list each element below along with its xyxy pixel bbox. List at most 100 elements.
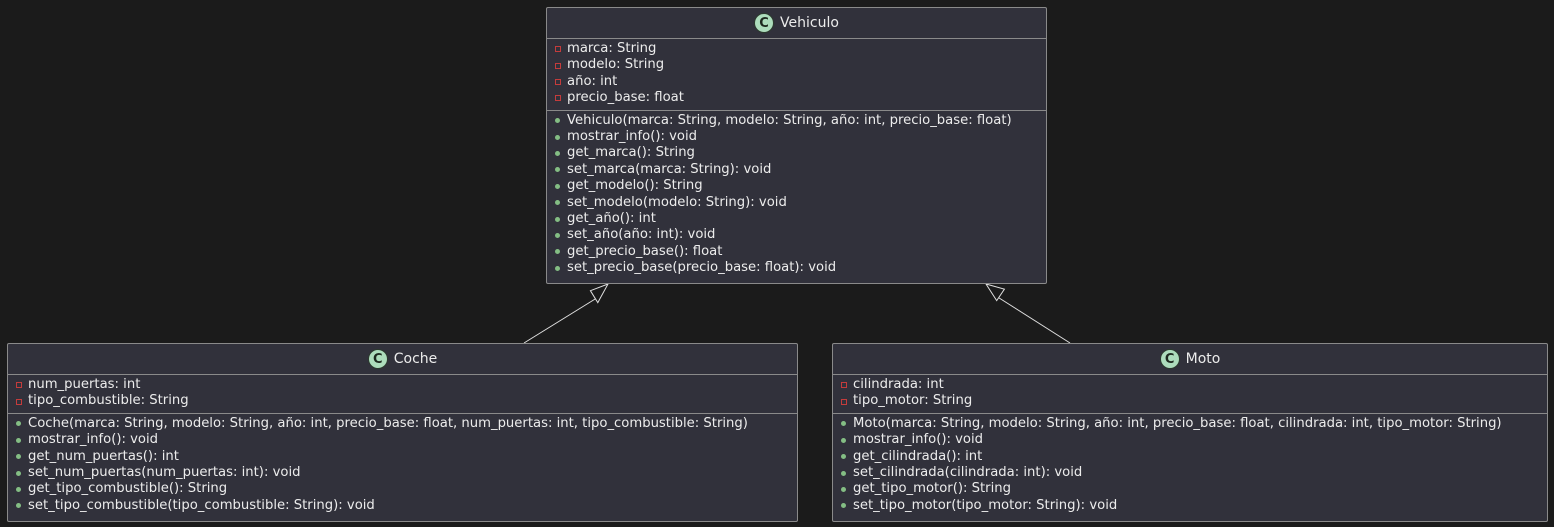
method-text: set_modelo(modelo: String): void [567, 194, 787, 210]
class-vehiculo[interactable]: C Vehiculo marca: String modelo: String añ… [546, 7, 1047, 284]
method-row: Moto(marca: String, modelo: String, año:… [833, 416, 1547, 432]
method-text: get_cilindrada(): int [853, 448, 983, 464]
method-row: set_marca(marca: String): void [547, 162, 1046, 178]
public-visibility-icon [555, 151, 567, 157]
method-row: get_tipo_motor(): String [833, 481, 1547, 497]
private-visibility-icon [555, 46, 567, 53]
public-visibility-icon [16, 454, 28, 460]
private-visibility-icon [841, 382, 853, 389]
method-row: get_modelo(): String [547, 178, 1046, 194]
method-row: set_tipo_combustible(tipo_combustible: S… [8, 498, 797, 514]
methods-section: Vehiculo(marca: String, modelo: String, … [547, 111, 1046, 280]
method-text: set_precio_base(precio_base: float): voi… [567, 260, 837, 276]
attribute-text: marca: String [567, 41, 657, 56]
method-row: mostrar_info(): void [8, 432, 797, 448]
public-visibility-icon [16, 470, 28, 476]
private-visibility-icon [555, 62, 567, 69]
public-visibility-icon [555, 200, 567, 206]
class-header: C Coche [8, 344, 797, 375]
attribute-row: modelo: String [547, 57, 1046, 73]
method-text: get_año(): int [567, 210, 656, 226]
public-visibility-icon [841, 437, 853, 443]
method-text: set_cilindrada(cilindrada: int): void [853, 464, 1083, 480]
private-visibility-icon [841, 398, 853, 405]
methods-section: Coche(marca: String, modelo: String, año… [8, 414, 797, 517]
attribute-text: tipo_combustible: String [28, 393, 189, 409]
public-visibility-icon [555, 265, 567, 271]
method-row: get_precio_base(): float [547, 244, 1046, 260]
class-icon: C [367, 349, 388, 369]
class-name: Coche [393, 351, 438, 367]
class-coche[interactable]: C Coche num_puertas: int tipo_combustible… [7, 343, 798, 522]
methods-section: Moto(marca: String, modelo: String, año:… [833, 414, 1547, 517]
public-visibility-icon [555, 249, 567, 255]
method-row: get_marca(): String [547, 145, 1046, 161]
method-row: set_num_puertas(num_puertas: int): void [8, 465, 797, 481]
public-visibility-icon [841, 421, 853, 427]
private-visibility-icon [555, 78, 567, 85]
inheritance-arrowhead [984, 283, 1006, 302]
class-header: C Vehiculo [547, 8, 1046, 39]
method-text: Coche(marca: String, modelo: String, año… [28, 415, 748, 431]
class-name: Vehiculo [780, 15, 839, 31]
attribute-text: precio_base: float [567, 90, 684, 106]
attributes-section: num_puertas: int tipo_combustible: String [8, 375, 797, 414]
method-text: mostrar_info(): void [567, 128, 698, 144]
class-name: Moto [1185, 351, 1221, 367]
attribute-row: marca: String [547, 41, 1046, 57]
public-visibility-icon [16, 421, 28, 427]
attribute-row: precio_base: float [547, 90, 1046, 106]
attribute-text: tipo_motor: String [853, 393, 973, 409]
public-visibility-icon [16, 487, 28, 493]
public-visibility-icon [555, 167, 567, 173]
method-row: set_modelo(modelo: String): void [547, 195, 1046, 211]
method-text: Moto(marca: String, modelo: String, año:… [853, 415, 1502, 431]
method-row: Coche(marca: String, modelo: String, año… [8, 416, 797, 432]
public-visibility-icon [16, 437, 28, 443]
attribute-row: año: int [547, 74, 1046, 90]
method-row: set_año(año: int): void [547, 227, 1046, 243]
method-row: mostrar_info(): void [547, 129, 1046, 145]
method-text: get_tipo_motor(): String [853, 481, 1011, 497]
class-header: C Moto [833, 344, 1547, 375]
method-row: set_precio_base(precio_base: float): voi… [547, 260, 1046, 276]
class-icon: C [754, 13, 775, 33]
method-text: mostrar_info(): void [28, 432, 159, 448]
method-text: set_num_puertas(num_puertas: int): void [28, 464, 301, 480]
private-visibility-icon [555, 95, 567, 102]
attribute-row: tipo_combustible: String [8, 393, 797, 409]
public-visibility-icon [841, 454, 853, 460]
attribute-row: tipo_motor: String [833, 393, 1547, 409]
class-moto[interactable]: C Moto cilindrada: int tipo_motor: String… [832, 343, 1548, 522]
public-visibility-icon [841, 487, 853, 493]
method-row: get_cilindrada(): int [833, 449, 1547, 465]
public-visibility-icon [555, 118, 567, 124]
private-visibility-icon [16, 382, 28, 389]
method-row: set_cilindrada(cilindrada: int): void [833, 465, 1547, 481]
public-visibility-icon [555, 216, 567, 222]
attribute-text: modelo: String [567, 57, 665, 73]
method-text: get_tipo_combustible(): String [28, 481, 228, 497]
attributes-section: marca: String modelo: String año: int preci… [547, 39, 1046, 111]
method-text: set_tipo_motor(tipo_motor: String): void [853, 497, 1118, 513]
method-row: get_año(): int [547, 211, 1046, 227]
method-text: set_año(año: int): void [567, 227, 716, 243]
method-row: mostrar_info(): void [833, 432, 1547, 448]
edge-moto-to-vehiculo [984, 283, 1071, 344]
private-visibility-icon [16, 398, 28, 405]
method-row: get_num_puertas(): int [8, 449, 797, 465]
public-visibility-icon [555, 134, 567, 140]
method-text: get_marca(): String [567, 145, 695, 161]
attribute-text: num_puertas: int [28, 377, 141, 392]
method-text: get_num_puertas(): int [28, 448, 179, 464]
method-text: set_tipo_combustible(tipo_combustible: S… [28, 497, 375, 513]
edge-coche-to-vehiculo [523, 283, 610, 344]
public-visibility-icon [555, 232, 567, 238]
public-visibility-icon [16, 503, 28, 509]
method-text: set_marca(marca: String): void [567, 161, 772, 177]
method-row: Vehiculo(marca: String, modelo: String, … [547, 113, 1046, 129]
method-row: set_tipo_motor(tipo_motor: String): void [833, 498, 1547, 514]
class-icon: C [1159, 349, 1180, 369]
attribute-text: año: int [567, 73, 618, 89]
method-text: get_precio_base(): float [567, 243, 723, 259]
